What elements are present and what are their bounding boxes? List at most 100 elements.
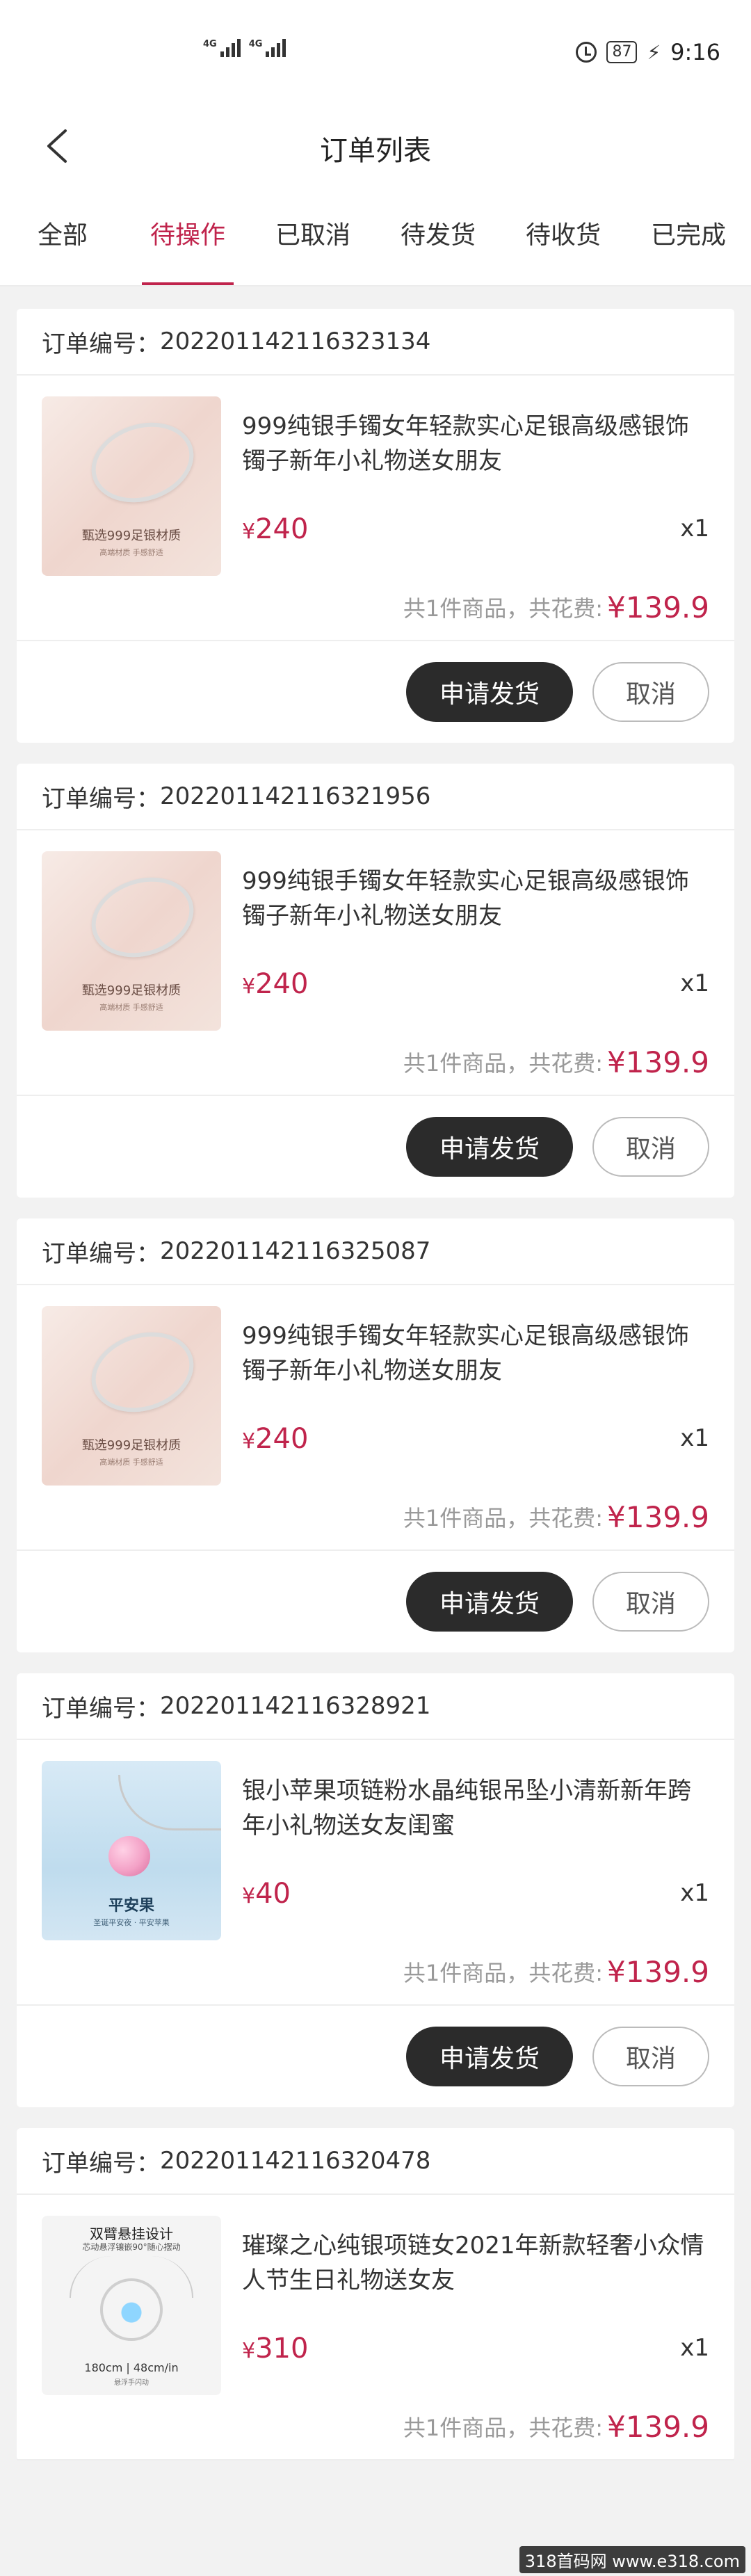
product-image[interactable]: 甄选999足银材质 高端材质 手感舒适 <box>42 396 221 576</box>
nav-header: 订单列表 <box>0 111 751 181</box>
page-title: 订单列表 <box>320 135 431 167</box>
image-subcaption: 芯动悬浮镶嵌90°随心摆动 <box>82 2242 181 2252</box>
tab-completed[interactable]: 已完成 <box>626 181 751 285</box>
product-price: ¥40 <box>242 1878 291 1910</box>
necklace-chain-image <box>118 1775 221 1830</box>
sim2-label: 4G <box>248 39 263 49</box>
product-price: ¥240 <box>242 1423 308 1455</box>
tab-cancelled[interactable]: 已取消 <box>250 181 376 285</box>
currency-symbol: ¥ <box>242 1429 256 1454</box>
image-subcaption: 高端材质 手感舒适 <box>99 1003 163 1012</box>
tab-to-ship[interactable]: 待发货 <box>376 181 501 285</box>
order-number: 订单编号： 202201142116323134 <box>17 309 734 376</box>
order-number-value: 202201142116320478 <box>160 2147 431 2175</box>
currency-symbol: ¥ <box>242 520 256 544</box>
image-subcaption: 高端材质 手感舒适 <box>99 1458 163 1467</box>
summary-label: 共1件商品，共花费: <box>403 595 604 622</box>
tab-all[interactable]: 全部 <box>0 181 125 285</box>
product-quantity: x1 <box>680 1424 709 1452</box>
order-number: 订单编号： 202201142116320478 <box>17 2128 734 2195</box>
order-item[interactable]: 甄选999足银材质 高端材质 手感舒适 999纯银手镯女年轻款实心足银高级感银饰… <box>17 830 734 1031</box>
currency-symbol: ¥ <box>242 974 256 999</box>
summary-label: 共1件商品，共花费: <box>403 2415 604 2441</box>
order-actions: 申请发货 取消 <box>17 1096 734 1198</box>
price-value: 40 <box>255 1878 291 1910</box>
image-caption: 双臂悬挂设计 <box>90 2225 173 2242</box>
bracelet-image <box>81 864 204 970</box>
necklace-chain-image <box>152 2256 193 2298</box>
cancel-order-button[interactable]: 取消 <box>592 1572 709 1632</box>
price-value: 240 <box>255 1423 309 1455</box>
image-caption: 甄选999足银材质 <box>81 529 181 543</box>
order-summary: 共1件商品，共花费: ¥139.9 <box>17 1029 734 1096</box>
cancel-order-button[interactable]: 取消 <box>592 662 709 722</box>
request-shipment-button[interactable]: 申请发货 <box>406 2027 573 2086</box>
order-number-value: 202201142116325087 <box>160 1237 431 1265</box>
apple-pendant-image <box>108 1836 150 1876</box>
bracelet-image <box>81 410 204 515</box>
sim1-label: 4G <box>203 39 217 49</box>
product-quantity: x1 <box>680 1879 709 1907</box>
product-name: 999纯银手镯女年轻款实心足银高级感银饰镯子新年小礼物送女朋友 <box>242 867 689 930</box>
order-actions: 申请发货 取消 <box>17 2006 734 2107</box>
order-number: 订单编号： 202201142116328921 <box>17 1673 734 1740</box>
product-image[interactable]: 甄选999足银材质 高端材质 手感舒适 <box>42 851 221 1031</box>
order-item[interactable]: 双臂悬挂设计 芯动悬浮镶嵌90°随心摆动 180cm | 48cm/in 悬浮手… <box>17 2195 734 2395</box>
order-total: ¥139.9 <box>607 1499 709 1534</box>
product-image[interactable]: 双臂悬挂设计 芯动悬浮镶嵌90°随心摆动 180cm | 48cm/in 悬浮手… <box>42 2216 221 2395</box>
cancel-order-button[interactable]: 取消 <box>592 2027 709 2086</box>
status-bar: 4G 4G 87 ⚡ 9:16 <box>0 0 751 111</box>
order-card: 订单编号： 202201142116325087 甄选999足银材质 高端材质 … <box>17 1218 734 1652</box>
request-shipment-button[interactable]: 申请发货 <box>406 1572 573 1632</box>
order-number-label: 订单编号： <box>42 1694 160 1723</box>
order-card: 订单编号： 202201142116323134 甄选999足银材质 高端材质 … <box>17 309 734 743</box>
product-price: ¥310 <box>242 2333 308 2365</box>
image-spec-caption: 180cm | 48cm/in <box>84 2361 179 2374</box>
order-actions: 申请发货 取消 <box>17 641 734 743</box>
tab-pending-action[interactable]: 待操作 <box>125 181 250 285</box>
order-card: 订单编号： 202201142116328921 平安果 圣诞平安夜 · 平安苹… <box>17 1673 734 2107</box>
product-name: 999纯银手镯女年轻款实心足银高级感银饰镯子新年小礼物送女朋友 <box>242 1322 689 1385</box>
request-shipment-button[interactable]: 申请发货 <box>406 1117 573 1177</box>
product-image[interactable]: 平安果 圣诞平安夜 · 平安苹果 <box>42 1761 221 1940</box>
clock-time: 9:16 <box>670 39 720 65</box>
order-card: 订单编号： 202201142116321956 甄选999足银材质 高端材质 … <box>17 764 734 1198</box>
order-total: ¥139.9 <box>607 1954 709 1989</box>
battery-level: 87 <box>606 41 638 63</box>
heart-pendant-image <box>100 2278 163 2341</box>
product-price: ¥240 <box>242 968 308 1000</box>
cancel-order-button[interactable]: 取消 <box>592 1117 709 1177</box>
order-number-label: 订单编号： <box>42 2149 160 2177</box>
site-watermark: 318首码网 www.e318.com <box>519 2546 745 2573</box>
order-number-value: 202201142116321956 <box>160 782 431 810</box>
order-number-value: 202201142116323134 <box>160 328 431 355</box>
summary-label: 共1件商品，共花费: <box>403 1050 604 1077</box>
summary-label: 共1件商品，共花费: <box>403 1505 604 1531</box>
order-number: 订单编号： 202201142116325087 <box>17 1218 734 1285</box>
price-value: 240 <box>255 513 309 545</box>
signal-icon: 4G <box>203 39 241 57</box>
order-list: 订单编号： 202201142116323134 甄选999足银材质 高端材质 … <box>0 309 751 2461</box>
order-number-label: 订单编号： <box>42 330 160 358</box>
order-item[interactable]: 甄选999足银材质 高端材质 手感舒适 999纯银手镯女年轻款实心足银高级感银饰… <box>17 376 734 576</box>
order-summary: 共1件商品，共花费: ¥139.9 <box>17 2394 734 2461</box>
currency-symbol: ¥ <box>242 1884 256 1908</box>
product-image[interactable]: 甄选999足银材质 高端材质 手感舒适 <box>42 1306 221 1486</box>
charging-icon: ⚡ <box>647 40 661 64</box>
signal-indicators: 4G 4G <box>203 39 286 57</box>
order-number: 订单编号： 202201142116321956 <box>17 764 734 830</box>
order-total: ¥139.9 <box>607 590 709 625</box>
product-price: ¥240 <box>242 513 308 545</box>
image-subcaption: 高端材质 手感舒适 <box>99 548 163 557</box>
order-status-tabs: 全部 待操作 已取消 待发货 待收货 已完成 <box>0 181 751 287</box>
order-item[interactable]: 平安果 圣诞平安夜 · 平安苹果 银小苹果项链粉水晶纯银吊坠小清新新年跨年小礼物… <box>17 1740 734 1940</box>
order-item[interactable]: 甄选999足银材质 高端材质 手感舒适 999纯银手镯女年轻款实心足银高级感银饰… <box>17 1285 734 1486</box>
order-number-label: 订单编号： <box>42 784 160 813</box>
tab-to-receive[interactable]: 待收货 <box>501 181 626 285</box>
summary-label: 共1件商品，共花费: <box>403 1960 604 1986</box>
order-summary: 共1件商品，共花费: ¥139.9 <box>17 1939 734 2006</box>
request-shipment-button[interactable]: 申请发货 <box>406 662 573 722</box>
order-number-label: 订单编号： <box>42 1239 160 1268</box>
alarm-icon <box>576 42 597 63</box>
order-summary: 共1件商品，共花费: ¥139.9 <box>17 574 734 641</box>
